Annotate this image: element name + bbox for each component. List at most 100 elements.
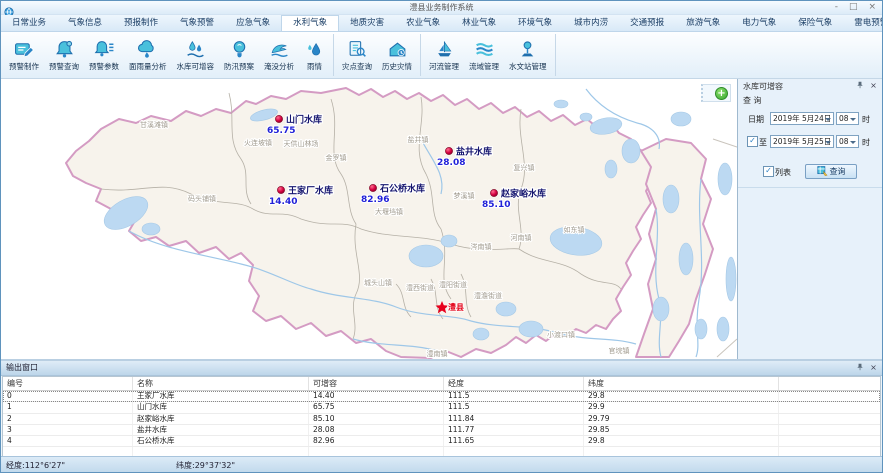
minimize-button[interactable]: - [835,1,838,14]
status-longitude: 经度:112°6'27" [6,460,65,471]
output-close-icon[interactable]: × [869,363,878,372]
title-bar: 澧县业务制作系统 - □ × [1,1,882,15]
toolbar-button-rain-info[interactable]: 雨情 [299,33,330,77]
list-checkbox[interactable]: ✓ [763,166,774,177]
query-button-icon [817,165,828,178]
toolbar-button-warning-bell[interactable]: 预警查询 [44,33,84,77]
output-panel-title: 输出窗口 [6,363,38,372]
table-row[interactable]: 3盐井水库28.08111.7729.85 [3,425,880,436]
panel-subtitle: 查 询 [738,94,882,106]
table-cell: 赵家峪水库 [133,414,309,424]
to-date-checkbox[interactable]: ✓ [747,136,758,147]
to-label: 至 [759,137,767,148]
toolbar-button-warning-params[interactable]: 预警参数 [84,33,124,77]
menu-tab-10[interactable]: 城市内涝 [563,15,619,31]
town-label: 澧澹街道 [474,291,502,300]
town-label: 大堰垱镇 [375,207,403,216]
menu-tab-3[interactable]: 气象预警 [169,15,225,31]
menu-tab-4[interactable]: 应急气象 [225,15,281,31]
table-cell: 29.8 [584,391,779,401]
toolbar-button-reservoir-capacity[interactable]: 水库可增容 [172,33,220,77]
table-cell: 111.84 [444,414,584,424]
table-cell-filler [779,402,880,412]
table-row[interactable]: 0王家厂水库14.40111.529.8 [3,391,880,402]
menu-tab-8[interactable]: 林业气象 [451,15,507,31]
zoom-in-button[interactable]: + [715,87,728,100]
table-cell: 111.77 [444,425,584,435]
menu-tab-7[interactable]: 农业气象 [395,15,451,31]
toolbar-separator [333,34,334,76]
reservoir-name-label: 石公桥水库 [379,183,425,195]
table-row[interactable]: 2赵家峪水库85.10111.8429.79 [3,414,880,425]
to-hour-select[interactable]: 08 [836,135,859,148]
menu-tab-2[interactable]: 预报制作 [113,15,169,31]
toolbar-button-disaster-history[interactable]: 历史灾情 [377,33,417,77]
column-header-1[interactable]: 名称 [133,377,309,390]
menu-tab-12[interactable]: 旅游气象 [675,15,731,31]
toolbar-button-basin[interactable]: 流域管理 [464,33,504,77]
column-header-4[interactable]: 纬度 [584,377,779,390]
menu-tab-9[interactable]: 环境气象 [507,15,563,31]
from-hour-select[interactable]: 08 [836,112,859,125]
toolbar-button-disaster-search[interactable]: 灾点查询 [337,33,377,77]
warning-params-icon [94,39,115,60]
to-date-select[interactable]: 2019年 5月25日 [770,135,834,148]
warning-edit-icon [14,39,35,60]
toolbar-button-flood-plan[interactable]: 防汛预案 [219,33,259,77]
menu-tab-11[interactable]: 交通预报 [619,15,675,31]
town-label: 小渡口镇 [547,330,575,339]
column-header-3[interactable]: 经度 [444,377,584,390]
toolbar-button-area-rain[interactable]: 面雨量分析 [124,33,172,77]
toolbar-button-label: 面雨量分析 [129,61,167,72]
warning-bell-icon [54,39,75,60]
maximize-button[interactable]: □ [849,1,858,14]
county-seat-label: 澧县 [448,302,464,312]
toolbar-button-hydro-station[interactable]: 水文站管理 [504,33,552,77]
menu-tab-5[interactable]: 水利气象 [281,15,339,31]
table-cell: 28.08 [309,425,444,435]
menu-tab-6[interactable]: 地质灾害 [339,15,395,31]
toolbar-button-river[interactable]: 河流管理 [424,33,464,77]
reservoir-dot-icon[interactable] [277,186,284,193]
query-button[interactable]: 查询 [805,164,857,179]
table-row[interactable]: 1山门水库65.75111.529.9 [3,402,880,413]
hydro-station-icon [517,39,538,60]
reservoir-query-panel: 水库可增容 × 查 询 日期 2019年 5月24日 08 时 ✓ 至 2019… [737,79,882,359]
table-cell: 1 [3,402,133,412]
town-label: 天供山林场 [284,139,319,148]
table-row[interactable]: 4石公桥水库82.96111.6529.8 [3,436,880,447]
map-tool-panel: + [701,84,731,102]
table-header-row: 编号名称可增容经度纬度 [3,377,880,391]
status-bar: 经度:112°6'27" 纬度:29°37'32" [1,456,882,472]
reservoir-dot-icon[interactable] [275,115,282,122]
menu-tab-14[interactable]: 保险气象 [787,15,843,31]
pin-icon[interactable] [855,81,864,90]
map-canvas[interactable]: 甘溪滩镇火连坡镇天供山林场金罗镇盐井镇复兴镇码头铺镇梦溪镇大堰垱镇河南镇涔南镇如… [1,79,737,359]
reservoir-dot-icon[interactable] [369,184,376,191]
table-cell: 14.40 [309,391,444,401]
toolbar-button-label: 灾点查询 [342,61,372,72]
reservoir-dot-icon[interactable] [490,189,497,196]
column-header-2[interactable]: 可增容 [309,377,444,390]
menu-tab-0[interactable]: 日常业务 [1,15,57,31]
reservoir-name-label: 山门水库 [286,114,322,126]
toolbar-button-submerge[interactable]: 淹没分析 [259,33,299,77]
reservoir-dot-icon[interactable] [445,147,452,154]
column-header-filler [779,377,880,390]
table-cell: 石公桥水库 [133,436,309,446]
menu-tab-15[interactable]: 雷电预警 [843,15,883,31]
column-header-0[interactable]: 编号 [3,377,133,390]
menu-tab-1[interactable]: 气象信息 [57,15,113,31]
status-latitude: 纬度:29°37'32" [176,460,235,471]
town-label: 金罗镇 [326,153,347,162]
panel-divider [738,187,882,188]
toolbar-separator [420,34,421,76]
table-cell: 29.9 [584,402,779,412]
from-date-select[interactable]: 2019年 5月24日 [770,112,834,125]
close-button[interactable]: × [868,1,876,14]
menu-tab-13[interactable]: 电力气象 [731,15,787,31]
toolbar-button-warning-edit[interactable]: 预警制作 [4,33,44,77]
results-table[interactable]: 编号名称可增容经度纬度0王家厂水库14.40111.529.81山门水库65.7… [2,376,881,459]
output-pin-icon[interactable] [855,363,864,372]
panel-close-icon[interactable]: × [869,81,878,90]
